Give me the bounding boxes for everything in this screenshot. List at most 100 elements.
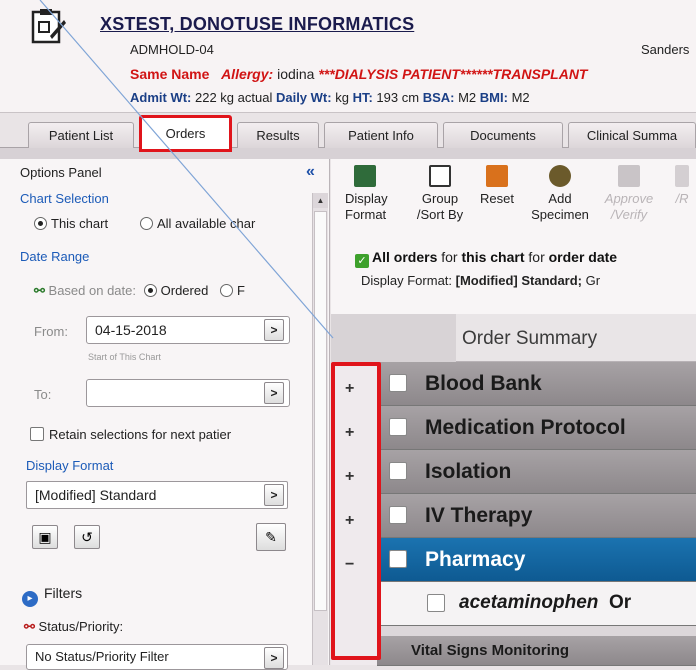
bsa-value: M2 xyxy=(458,90,477,105)
other-date-label: F xyxy=(236,283,245,298)
group-row-iv-therapy[interactable]: IV Therapy xyxy=(377,494,696,538)
orders-filter-summary: ✓ All orders for this chart for order dat… xyxy=(355,249,617,268)
tab-clinical-summary[interactable]: Clinical Summa xyxy=(568,122,696,148)
vitals-line: Admit Wt: 222 kg actual Daily Wt: kg HT:… xyxy=(130,90,530,105)
row-checkbox[interactable] xyxy=(389,506,407,524)
admit-wt-value: 222 kg actual xyxy=(195,90,273,105)
allergy-value: iodina xyxy=(277,66,315,82)
display-format-summary: Display Format: [Modified] Standard; Gr xyxy=(361,273,600,288)
order-summary-grid: Order Summary + Blood Bank + Medication … xyxy=(331,314,696,666)
order-row-acetaminophen[interactable]: acetaminophen Or xyxy=(377,582,696,626)
options-scrollbar[interactable]: ▲ xyxy=(312,193,328,665)
from-date-field[interactable]: 04-15-2018 xyxy=(86,316,290,344)
more-icon xyxy=(675,165,689,187)
bsa-label: BSA: xyxy=(422,90,455,105)
patient-chart-icon[interactable] xyxy=(30,8,66,46)
from-date-arrow-icon[interactable]: > xyxy=(264,319,284,341)
reset-label: Reset xyxy=(480,191,514,206)
to-label: To: xyxy=(34,387,52,402)
display-format-button[interactable]: Display Format xyxy=(345,165,388,223)
radio-unselected-icon[interactable] xyxy=(140,217,153,230)
ht-label: HT: xyxy=(352,90,373,105)
group-row-pharmacy[interactable]: Pharmacy xyxy=(377,538,696,582)
all-charts-label: All available char xyxy=(157,216,256,231)
group-label: Isolation xyxy=(425,460,512,483)
tab-results[interactable]: Results xyxy=(237,122,319,148)
save-format-icon[interactable]: ▣ xyxy=(32,525,58,549)
ht-value: 193 cm xyxy=(376,90,420,105)
add-specimen-button[interactable]: Add Specimen xyxy=(529,165,591,223)
display-format-field[interactable]: [Modified] Standard xyxy=(26,481,288,509)
expander-highlight-box xyxy=(331,362,381,660)
allergy-label: Allergy: xyxy=(221,66,274,82)
patient-banner: XSTEST, DONOTUSE INFORMATICS ADMHOLD-04 … xyxy=(0,0,696,113)
status-priority-arrow-icon[interactable]: > xyxy=(264,647,284,669)
check-icon: ✓ xyxy=(355,254,369,268)
other-date-radio[interactable] xyxy=(219,284,233,297)
retain-selections-checkbox[interactable]: Retain selections for next patier xyxy=(30,427,231,442)
group-sort-button[interactable]: Group /Sort By xyxy=(415,165,465,223)
orders-main: Display Format Group /Sort By Reset Add … xyxy=(331,159,696,666)
order-label: acetaminophen Or xyxy=(459,592,631,614)
group-row-isolation[interactable]: Isolation xyxy=(377,450,696,494)
group-row-blood-bank[interactable]: Blood Bank xyxy=(377,362,696,406)
grid-header-left xyxy=(331,314,456,362)
row-checkbox[interactable] xyxy=(389,462,407,480)
link-icon: ⚯ xyxy=(34,283,45,298)
expand-filters-icon[interactable]: ▸ xyxy=(22,591,38,607)
display-format-l1: Display xyxy=(345,191,388,206)
ordered-radio[interactable] xyxy=(143,284,157,297)
add-specimen-l2: Specimen xyxy=(531,207,589,222)
all-charts-radio[interactable]: All available char xyxy=(140,216,255,231)
approve-verify-button[interactable]: Approve /Verify xyxy=(601,165,657,223)
group-sort-l1: Group xyxy=(421,191,459,206)
tab-documents[interactable]: Documents xyxy=(443,122,563,148)
this-chart-radio[interactable]: This chart xyxy=(34,216,108,231)
approve-verify-l2: /Verify xyxy=(610,207,648,222)
to-date-field[interactable] xyxy=(86,379,290,407)
status-priority-label: Status/Priority: xyxy=(38,619,124,634)
row-checkbox[interactable] xyxy=(427,594,445,612)
patient-flags: ***DIALYSIS PATIENT******TRANSPLANT xyxy=(318,66,588,82)
info-all-orders: All orders xyxy=(372,249,438,265)
filters-label: Filters xyxy=(44,585,83,601)
to-date-arrow-icon[interactable]: > xyxy=(264,382,284,404)
undo-format-icon[interactable]: ↺ xyxy=(74,525,100,549)
tab-patient-info[interactable]: Patient Info xyxy=(324,122,438,148)
checkbox-icon[interactable] xyxy=(30,427,44,441)
scroll-up-arrow-icon[interactable]: ▲ xyxy=(313,193,328,208)
reset-button[interactable]: Reset xyxy=(477,165,517,207)
based-on-date-label: Based on date: xyxy=(48,283,136,298)
filters-header[interactable]: ▸ Filters xyxy=(22,585,82,607)
collapse-panel-icon[interactable]: « xyxy=(306,163,315,181)
tab-bar: Patient List Orders Results Patient Info… xyxy=(28,115,696,152)
info-order-date: order date xyxy=(548,249,618,265)
scroll-thumb[interactable] xyxy=(314,211,327,611)
order-summary-header[interactable]: Order Summary xyxy=(456,314,696,362)
row-checkbox[interactable] xyxy=(389,374,407,392)
from-hint: Start of This Chart xyxy=(88,352,161,362)
radio-selected-icon[interactable] xyxy=(34,217,47,230)
bmi-label: BMI: xyxy=(479,90,508,105)
group-row-medication-protocol[interactable]: Medication Protocol xyxy=(377,406,696,450)
edit-format-icon[interactable]: ✎ xyxy=(256,523,286,551)
bmi-value: M2 xyxy=(511,90,530,105)
status-priority-field[interactable]: No Status/Priority Filter xyxy=(26,644,288,670)
retain-selections-label: Retain selections for next patier xyxy=(49,427,232,442)
order-name: acetaminophen xyxy=(459,592,599,613)
more-toolbar-button[interactable]: /R xyxy=(667,165,696,207)
group-label: Pharmacy xyxy=(425,548,526,571)
from-label: From: xyxy=(34,324,68,339)
group-row-vital-signs-monitoring[interactable]: Vital Signs Monitoring xyxy=(377,636,696,666)
date-range-label: Date Range xyxy=(20,249,90,264)
display-format-arrow-icon[interactable]: > xyxy=(264,484,284,506)
tab-orders[interactable]: Orders xyxy=(139,115,232,152)
row-checkbox[interactable] xyxy=(389,550,407,568)
row-checkbox[interactable] xyxy=(389,418,407,436)
add-specimen-icon xyxy=(549,165,571,187)
link-icon: ⚯ xyxy=(24,619,35,634)
based-on-date-row: ⚯ Based on date: Ordered F xyxy=(34,283,245,299)
chart-selection-label: Chart Selection xyxy=(20,191,109,206)
patient-name[interactable]: XSTEST, DONOTUSE INFORMATICS xyxy=(100,14,414,35)
tab-patient-list[interactable]: Patient List xyxy=(28,122,134,148)
